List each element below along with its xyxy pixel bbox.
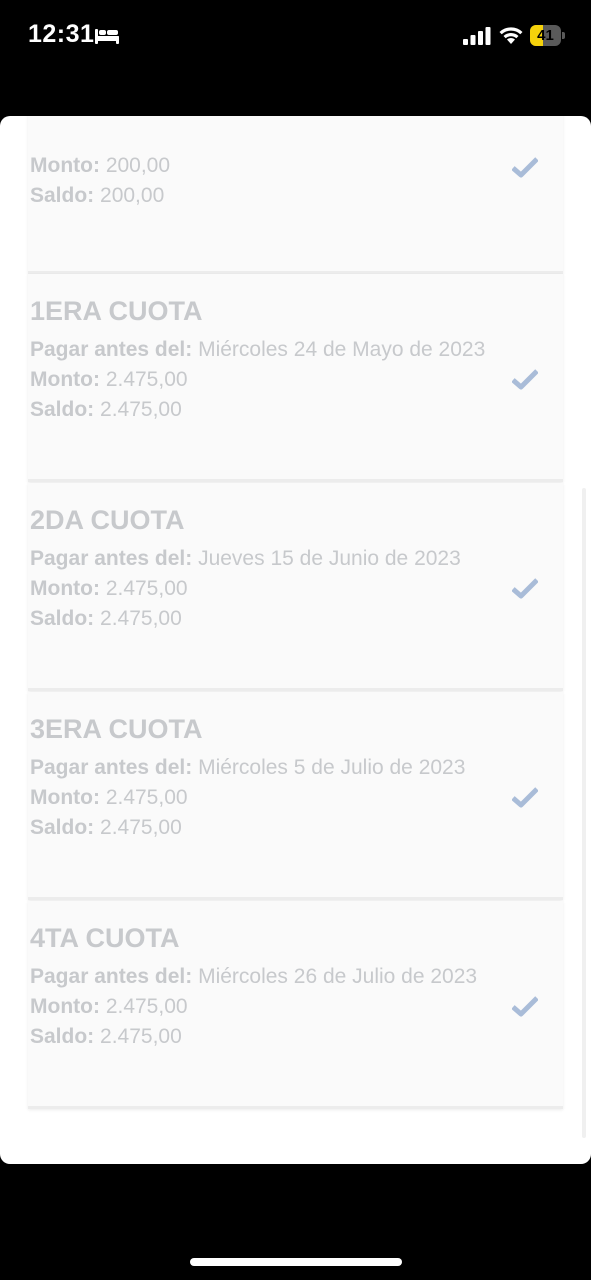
due-date-value: Miércoles 5 de Julio de 2023 bbox=[198, 756, 466, 779]
monto-row: Monto: 2.475,00 bbox=[30, 995, 188, 1019]
due-date-label: Pagar antes del: bbox=[30, 756, 193, 779]
bed-icon bbox=[95, 29, 119, 44]
monto-value: 200,00 bbox=[105, 154, 171, 177]
due-date-label: Pagar antes del: bbox=[30, 338, 193, 361]
installment-title: 3ERA CUOTA bbox=[30, 714, 203, 744]
saldo-row: Saldo: 2.475,00 bbox=[30, 398, 182, 422]
checkmark-icon bbox=[512, 996, 538, 1017]
monto-value: 2.475,00 bbox=[105, 995, 188, 1018]
due-date-row: Pagar antes del: Miércoles 24 de Mayo de… bbox=[30, 338, 485, 362]
saldo-row: Saldo: 2.475,00 bbox=[30, 816, 182, 840]
saldo-value: 2.475,00 bbox=[100, 816, 182, 839]
installment-card[interactable]: 1ERA CUOTA Pagar antes del: Miércoles 24… bbox=[28, 274, 563, 482]
checkmark-icon bbox=[512, 578, 538, 599]
cellular-signal-icon bbox=[463, 27, 491, 45]
saldo-label: Saldo: bbox=[30, 607, 95, 630]
battery-icon: 41 bbox=[530, 25, 566, 46]
battery-level: 41 bbox=[537, 27, 554, 44]
checkmark-icon bbox=[512, 787, 538, 808]
saldo-value: 2.475,00 bbox=[100, 398, 182, 421]
due-date-row: Pagar antes del: Miércoles 5 de Julio de… bbox=[30, 756, 465, 780]
saldo-value: 200,00 bbox=[100, 184, 165, 207]
installment-title: 1ERA CUOTA bbox=[30, 296, 203, 326]
due-date-value: Miércoles 26 de Julio de 2023 bbox=[198, 965, 478, 988]
status-bar: 12:31 41 bbox=[0, 0, 591, 72]
installment-card[interactable]: 2DA CUOTA Pagar antes del: Jueves 15 de … bbox=[28, 483, 563, 691]
home-indicator[interactable] bbox=[190, 1258, 402, 1266]
due-date-value: Jueves 15 de Junio de 2023 bbox=[198, 547, 461, 570]
monto-row: Monto: 2.475,00 bbox=[30, 786, 188, 810]
saldo-row: Saldo: 2.475,00 bbox=[30, 1025, 182, 1049]
monto-label: Monto: bbox=[30, 995, 100, 1018]
monto-value: 2.475,00 bbox=[105, 786, 188, 809]
due-date-value: Miércoles 24 de Mayo de 2023 bbox=[198, 338, 486, 361]
installments-sheet: Monto: 200,00 Saldo: 200,00 1ERA CUOTA P… bbox=[0, 116, 591, 1164]
due-date-label: Pagar antes del: bbox=[30, 965, 193, 988]
installment-title: 2DA CUOTA bbox=[30, 505, 185, 535]
checkmark-icon bbox=[512, 369, 538, 390]
monto-label: Monto: bbox=[30, 786, 100, 809]
saldo-label: Saldo: bbox=[30, 398, 95, 421]
saldo-value: 2.475,00 bbox=[100, 607, 182, 630]
monto-row: Monto: 2.475,00 bbox=[30, 577, 188, 601]
saldo-row: Saldo: 2.475,00 bbox=[30, 607, 182, 631]
saldo-label: Saldo: bbox=[30, 816, 95, 839]
monto-row: Monto: 2.475,00 bbox=[30, 368, 188, 392]
monto-label: Monto: bbox=[30, 577, 100, 600]
monto-row: Monto: 200,00 bbox=[30, 154, 170, 178]
scrollbar[interactable] bbox=[582, 488, 586, 1138]
saldo-row: Saldo: 200,00 bbox=[30, 184, 164, 208]
due-date-row: Pagar antes del: Miércoles 26 de Julio d… bbox=[30, 965, 477, 989]
status-time: 12:31 bbox=[28, 20, 95, 48]
installment-card-partial[interactable]: Monto: 200,00 Saldo: 200,00 bbox=[28, 116, 563, 274]
installment-title: 4TA CUOTA bbox=[30, 923, 180, 953]
saldo-label: Saldo: bbox=[30, 1025, 95, 1048]
monto-value: 2.475,00 bbox=[105, 577, 188, 600]
due-date-label: Pagar antes del: bbox=[30, 547, 193, 570]
installment-card[interactable]: 4TA CUOTA Pagar antes del: Miércoles 26 … bbox=[28, 901, 563, 1109]
phone-screen: 12:31 41 Monto: 200,00 Saldo: 200,00 1ER… bbox=[0, 0, 591, 1280]
saldo-label: Saldo: bbox=[30, 184, 95, 207]
wifi-icon bbox=[499, 27, 523, 44]
installment-card[interactable]: 3ERA CUOTA Pagar antes del: Miércoles 5 … bbox=[28, 692, 563, 900]
monto-label: Monto: bbox=[30, 368, 100, 391]
battery-cap bbox=[562, 32, 565, 39]
checkmark-icon bbox=[512, 157, 538, 178]
due-date-row: Pagar antes del: Jueves 15 de Junio de 2… bbox=[30, 547, 461, 571]
monto-label: Monto: bbox=[30, 154, 100, 177]
monto-value: 2.475,00 bbox=[105, 368, 188, 391]
saldo-value: 2.475,00 bbox=[100, 1025, 182, 1048]
battery-body: 41 bbox=[530, 25, 561, 46]
installments-list[interactable]: Monto: 200,00 Saldo: 200,00 1ERA CUOTA P… bbox=[28, 116, 563, 1144]
